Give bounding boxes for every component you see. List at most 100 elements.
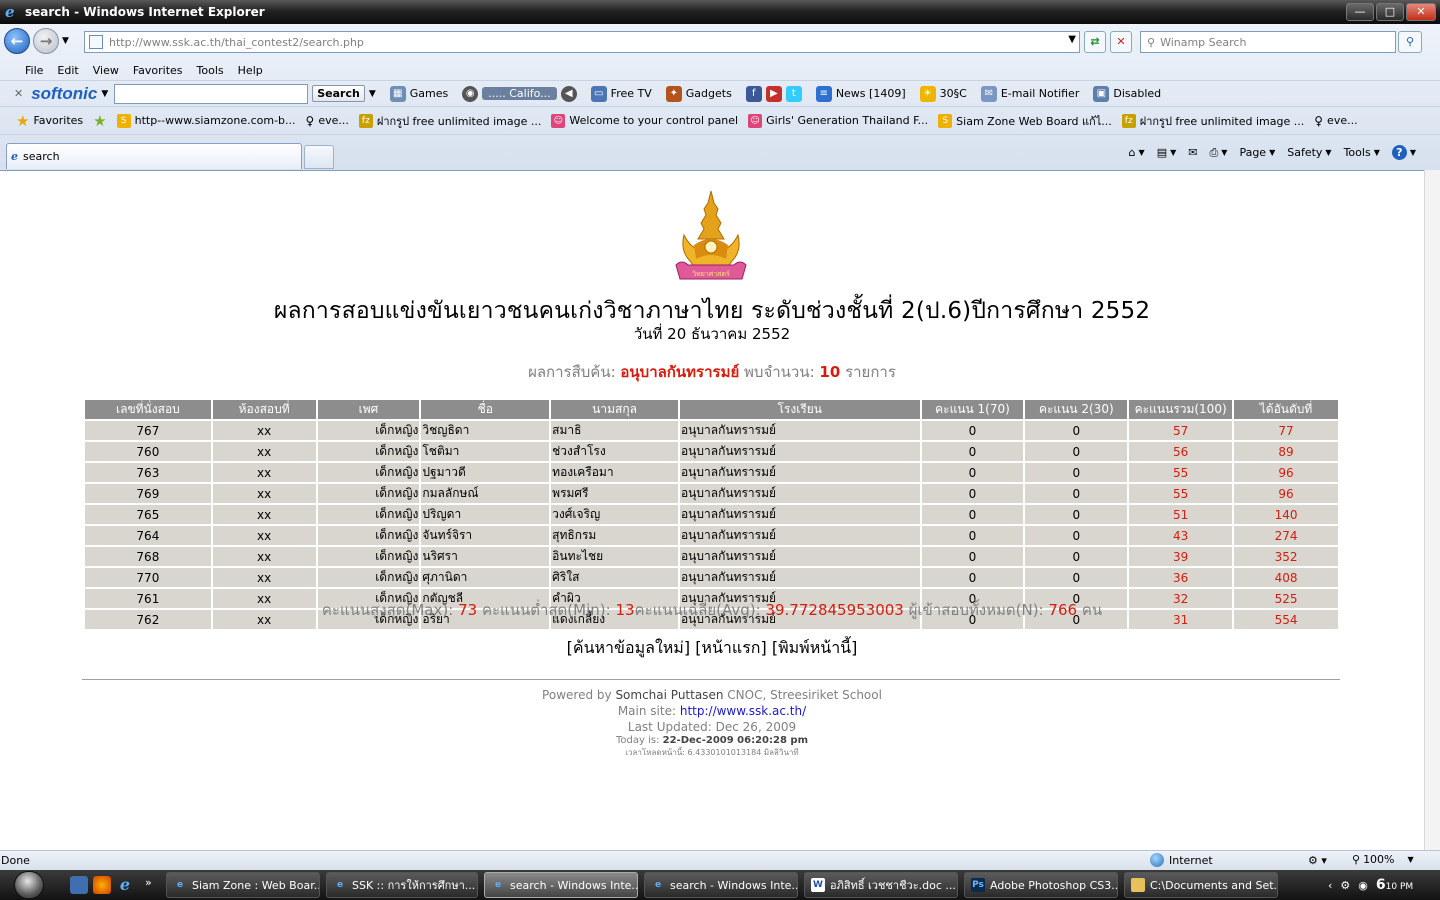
vertical-scrollbar[interactable] (1424, 170, 1440, 850)
print-button[interactable]: ⎙ ▼ (1209, 146, 1227, 160)
favorite-item-7[interactable]: fz ฝากรูป free unlimited image ... (1121, 112, 1304, 130)
start-button[interactable] (14, 871, 44, 899)
toolbar-options-icon[interactable]: ▼ (369, 89, 376, 99)
taskbar-item-search-active[interactable]: e search - Windows Inte... (484, 872, 638, 898)
home-icon: ⌂ (1128, 146, 1136, 159)
menu-edit[interactable]: Edit (50, 64, 85, 77)
cell-exam-room: xx (210, 482, 318, 505)
toolbar-popup-blocker[interactable]: ▣ Disabled (1093, 85, 1161, 102)
favorite-item-8[interactable]: ♀ eve... (1314, 114, 1357, 128)
main-site-link[interactable]: http://www.ssk.ac.th/ (680, 704, 806, 718)
print-page-link[interactable]: [พิมพ์หน้านี้] (772, 638, 858, 657)
toolbar-games[interactable]: ▦ Games (389, 85, 448, 102)
close-button[interactable]: ✕ (1406, 3, 1436, 21)
show-desktop-icon[interactable] (70, 876, 88, 894)
menu-file[interactable]: File (18, 64, 50, 77)
softonic-logo[interactable]: softonic (31, 84, 97, 104)
found-label: พบจำนวน: (744, 363, 815, 381)
taskbar-item-ssk[interactable]: e SSK :: การให้การศึกษา... (326, 872, 478, 898)
ie-icon: e (494, 880, 502, 890)
toolbar-news[interactable]: ≡ News [1409] (815, 85, 906, 102)
back-button[interactable]: ← (4, 28, 30, 54)
toolbar-close-icon[interactable]: ✕ (14, 87, 23, 100)
toolbar-free-tv-label: Free TV (610, 87, 652, 100)
toolbar-search-button[interactable]: Search (312, 85, 365, 102)
bulb-icon: ♀ (1314, 113, 1324, 128)
page-menu[interactable]: Page ▼ (1239, 146, 1275, 159)
zoom-control[interactable]: ⚲ 100% ▼ (1352, 853, 1414, 866)
toolbar-radio[interactable]: ◉..... Califo... ◀ (462, 85, 577, 102)
clock[interactable]: 610 PM (1376, 877, 1413, 893)
read-mail-button[interactable]: ✉ (1188, 146, 1197, 159)
safety-menu[interactable]: Safety ▼ (1287, 146, 1331, 159)
favorite-item-label: http--www.siamzone.com-b... (134, 114, 296, 127)
menu-view[interactable]: View (86, 64, 126, 77)
address-dropdown-icon[interactable]: ▼ (1068, 34, 1076, 45)
favorite-item-label: Siam Zone Web Board แก้ไ... (956, 114, 1112, 128)
quicklaunch-more-icon[interactable]: » (145, 876, 152, 889)
stop-button[interactable]: ✕ (1110, 31, 1132, 53)
cell-score-1: 0 (919, 566, 1026, 589)
taskbar-item-siamzone[interactable]: e Siam Zone : Web Boar... (166, 872, 320, 898)
cell-school: อนุบาลกันทรารมย์ (677, 545, 922, 568)
new-search-link[interactable]: [ค้นหาข้อมูลใหม่] (567, 638, 690, 657)
ie-quicklaunch-icon[interactable]: e (116, 876, 134, 894)
help-button[interactable]: ? ▼ (1391, 145, 1416, 160)
volume-tray-icon[interactable]: ◉ (1358, 879, 1368, 892)
taskbar-item-word[interactable]: W อภิสิทธิ์ เวชชาชีวะ.doc ... (804, 872, 958, 898)
favorite-item-6[interactable]: S Siam Zone Web Board แก้ไ... (938, 112, 1112, 130)
total-value: 766 (1048, 601, 1078, 619)
toolbar-social-icons[interactable]: f ▶ t (745, 85, 802, 102)
menu-tools[interactable]: Tools (190, 64, 231, 77)
favorites-button[interactable]: ★ Favorites (16, 112, 83, 130)
favorite-item-2[interactable]: ♀ eve... (306, 114, 349, 128)
tab-search[interactable]: e search (6, 143, 302, 169)
search-input[interactable]: ⚲ Winamp Search (1140, 31, 1396, 53)
firefox-icon[interactable] (93, 876, 111, 894)
photoshop-icon: Ps (971, 878, 985, 892)
favorite-item-1[interactable]: Shttp--www.siamzone.com-b... (116, 113, 296, 128)
search-go-button[interactable]: ⚲ (1398, 31, 1422, 53)
taskbar-item-explorer[interactable]: C:\Documents and Set... (1124, 872, 1278, 898)
feeds-button[interactable]: ▤ ▼ (1157, 146, 1177, 159)
menu-favorites[interactable]: Favorites (126, 64, 190, 77)
news-icon: ≡ (815, 85, 832, 102)
image-host-icon: fz (358, 113, 373, 128)
cell-score-2: 0 (1023, 566, 1130, 589)
toolbar-email-notifier[interactable]: ✉ E-mail Notifier (980, 85, 1079, 102)
menu-help[interactable]: Help (231, 64, 270, 77)
new-tab-button[interactable] (304, 145, 334, 169)
home-button[interactable]: ⌂ ▼ (1129, 146, 1145, 159)
page-icon (89, 35, 103, 49)
taskbar-item-photoshop[interactable]: Ps Adobe Photoshop CS3... (964, 872, 1118, 898)
cell-total-score: 39 (1127, 545, 1235, 568)
protected-mode-icon[interactable]: ⚙ ▾ (1308, 854, 1327, 867)
security-zone[interactable]: Internet (1150, 853, 1213, 867)
toolbar-search-input[interactable] (114, 83, 309, 104)
tools-menu[interactable]: Tools ▼ (1344, 146, 1380, 159)
history-dropdown-icon[interactable]: ▼ (62, 36, 69, 46)
weather-icon: ☀ (919, 85, 936, 102)
cell-gender: เด็กหญิง (315, 482, 422, 505)
add-favorites-button[interactable]: ★ (93, 112, 106, 130)
home-page-link[interactable]: [หน้าแรก] (695, 638, 767, 657)
forward-button[interactable]: → (33, 28, 59, 54)
softonic-dropdown-icon[interactable]: ▼ (101, 89, 108, 99)
toolbar-free-tv[interactable]: ▭ Free TV (590, 85, 652, 102)
minimize-button[interactable]: — (1346, 3, 1374, 21)
taskbar-item-search[interactable]: e search - Windows Inte... (644, 872, 798, 898)
tray-expand-icon[interactable]: ‹ (1328, 879, 1332, 892)
toolbar-gadgets[interactable]: ✦ Gadgets (665, 85, 732, 102)
favorite-item-4[interactable]: ☺ Welcome to your control panel (551, 113, 738, 128)
network-icon[interactable]: ⚙ (1340, 879, 1350, 892)
cell-total-score: 36 (1127, 566, 1235, 589)
maximize-button[interactable]: □ (1376, 3, 1404, 21)
address-bar[interactable]: http://www.ssk.ac.th/thai_contest2/searc… (84, 31, 1080, 53)
favorite-item-3[interactable]: fz ฝากรูป free unlimited image ... (358, 112, 541, 130)
max-label: คะแนนสูงสุด(Max): (321, 601, 454, 619)
refresh-button[interactable]: ⇄ (1084, 31, 1106, 53)
cell-score-1: 0 (919, 503, 1026, 526)
toolbar-weather[interactable]: ☀ 30§C (919, 85, 967, 102)
table-row: 768 xx เด็กหญิง นริศรา อินทะไชย อนุบาลกันทราร… (83, 545, 1340, 568)
favorite-item-5[interactable]: ☺ Girls' Generation Thailand F... (748, 113, 928, 128)
